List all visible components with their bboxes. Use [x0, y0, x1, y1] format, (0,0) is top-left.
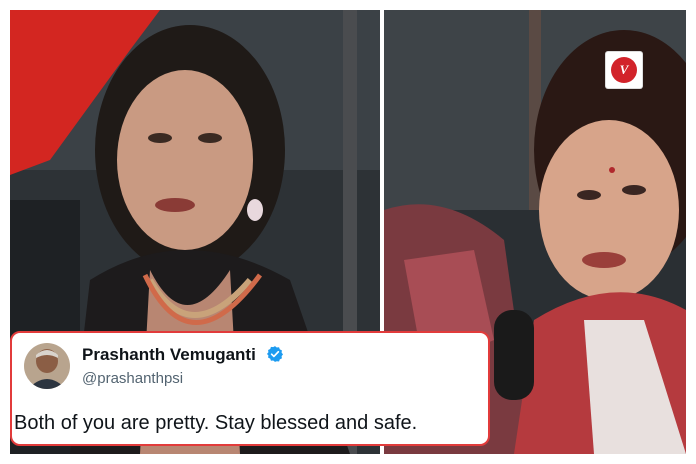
author-name[interactable]: Prashanth Vemuganti	[82, 345, 284, 368]
channel-logo: V	[606, 52, 642, 88]
author-name-text[interactable]: Prashanth Vemuganti	[82, 345, 256, 364]
tweet-text: Both of you are pretty. Stay blessed and…	[14, 412, 418, 434]
author-avatar[interactable]	[24, 343, 70, 389]
channel-logo-mark: V	[611, 57, 637, 83]
author-handle[interactable]: @prashanthpsi	[82, 370, 183, 387]
verified-badge-icon	[266, 345, 284, 368]
tweet-card: Prashanth Vemuganti @prashanthpsi Both o…	[10, 331, 490, 446]
